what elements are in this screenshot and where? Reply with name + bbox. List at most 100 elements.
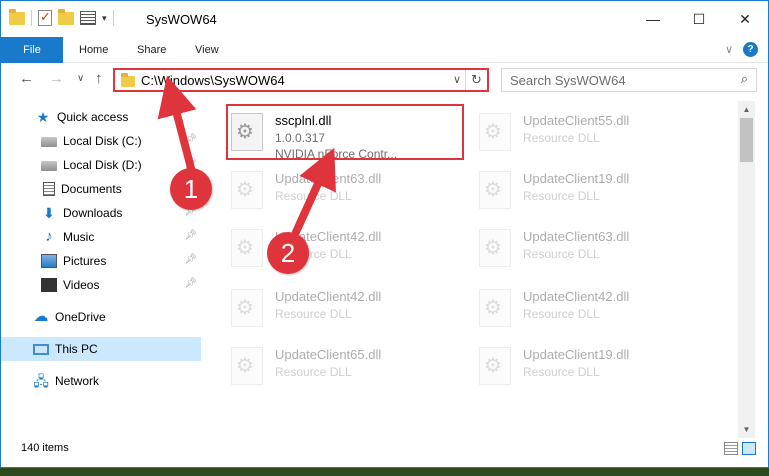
minimize-button[interactable]: — <box>630 1 676 37</box>
dll-file-icon <box>479 113 511 151</box>
details-view-icon[interactable] <box>724 442 738 455</box>
sidebar-item-label: Quick access <box>57 110 129 124</box>
dll-file-icon <box>231 347 263 385</box>
sidebar-item-label: Documents <box>61 182 122 196</box>
toolbar-divider <box>31 10 32 26</box>
search-icon: ⌕ <box>740 71 748 86</box>
file-name: UpdateClient42.dll <box>275 289 382 304</box>
sidebar-item-videos[interactable]: Videos 📌︎ <box>1 273 201 297</box>
up-arrow-icon[interactable]: ↑ <box>95 70 103 87</box>
file-item[interactable]: UpdateClient42.dll Resource DLL <box>477 283 717 339</box>
toolbar-divider <box>112 10 114 26</box>
drive-icon <box>41 137 57 147</box>
pin-icon[interactable]: 📌︎ <box>184 134 197 145</box>
navigation-bar: ← → ∨ ↑ C:\Windows\SysWOW64 ∨ ↻ Search S… <box>1 64 768 94</box>
tab-file[interactable]: File <box>1 37 63 63</box>
maximize-button[interactable]: ☐ <box>676 1 722 37</box>
sidebar-item-label: This PC <box>55 342 98 356</box>
ribbon-right-controls: ∨ ? <box>725 42 758 57</box>
vertical-scrollbar[interactable]: ▲ ▼ <box>738 101 755 438</box>
pc-icon <box>33 343 49 355</box>
dll-file-icon <box>479 229 511 267</box>
recent-locations-icon[interactable]: ∨ <box>77 73 84 84</box>
sidebar-item-quick-access[interactable]: ★ Quick access <box>1 105 201 129</box>
sidebar-item-local-disk-c[interactable]: Local Disk (C:) 📌︎ <box>1 129 201 153</box>
file-name: UpdateClient65.dll <box>275 347 382 362</box>
file-version: 1.0.0.317 <box>275 131 326 145</box>
sidebar-item-this-pc[interactable]: This PC <box>1 337 201 361</box>
sidebar-item-onedrive[interactable]: ☁ OneDrive <box>1 305 201 329</box>
tiles-view-icon[interactable] <box>742 442 756 455</box>
status-bar: 140 items <box>1 438 768 462</box>
drive-icon <box>41 161 57 171</box>
file-item[interactable]: UpdateClient55.dll Resource DLL <box>477 107 717 163</box>
search-placeholder: Search SysWOW64 <box>510 72 626 88</box>
sidebar-item-music[interactable]: ♪ Music 📌︎ <box>1 225 201 249</box>
address-bar[interactable]: C:\Windows\SysWOW64 ∨ ↻ <box>113 68 489 92</box>
file-item-sscplnl[interactable]: sscplnl.dll 1.0.0.317 NVIDIA nForce Cont… <box>229 107 469 163</box>
navigation-pane: ★ Quick access Local Disk (C:) 📌︎ Local … <box>1 101 205 436</box>
customize-toolbar-icon[interactable] <box>80 11 96 25</box>
file-item[interactable]: UpdateClient63.dll Resource DLL <box>229 165 469 221</box>
cloud-icon: ☁ <box>33 308 49 325</box>
file-name: UpdateClient19.dll <box>523 347 630 362</box>
tab-home[interactable]: Home <box>67 37 120 63</box>
music-icon: ♪ <box>45 228 53 245</box>
help-icon[interactable]: ? <box>743 42 758 57</box>
folder-icon <box>121 73 135 87</box>
file-item[interactable]: UpdateClient42.dll Resource DLL <box>229 223 469 279</box>
file-type: Resource DLL <box>523 307 600 321</box>
download-icon: ⬇ <box>43 205 55 221</box>
sidebar-item-label: Downloads <box>63 206 123 220</box>
file-type: Resource DLL <box>523 189 600 203</box>
dll-file-icon <box>231 113 263 151</box>
pin-icon[interactable]: 📌︎ <box>184 230 197 241</box>
file-name: UpdateClient63.dll <box>523 229 630 244</box>
pin-icon[interactable]: 📌︎ <box>184 254 197 265</box>
sidebar-item-pictures[interactable]: Pictures 📌︎ <box>1 249 201 273</box>
search-input[interactable]: Search SysWOW64 ⌕ <box>501 68 757 92</box>
file-type: Resource DLL <box>275 189 352 203</box>
file-item[interactable]: UpdateClient19.dll Resource DLL <box>477 341 717 397</box>
address-dropdown-icon[interactable]: ∨ <box>453 73 461 86</box>
close-button[interactable]: ✕ <box>722 1 768 37</box>
scroll-thumb[interactable] <box>740 118 753 162</box>
file-item[interactable]: UpdateClient42.dll Resource DLL <box>229 283 469 339</box>
tab-share[interactable]: Share <box>125 37 178 63</box>
quick-access-toolbar: ▾ <box>9 8 114 26</box>
scroll-up-icon[interactable]: ▲ <box>738 101 755 118</box>
file-item[interactable]: UpdateClient65.dll Resource DLL <box>229 341 469 397</box>
sidebar-item-label: Network <box>55 374 100 388</box>
dll-file-icon <box>479 171 511 209</box>
pin-icon[interactable]: 📌︎ <box>184 278 197 289</box>
file-name: UpdateClient55.dll <box>523 113 630 128</box>
refresh-icon[interactable]: ↻ <box>465 70 487 90</box>
back-arrow-icon[interactable]: ← <box>19 70 34 87</box>
file-type: Resource DLL <box>523 131 600 145</box>
view-switcher <box>724 442 756 455</box>
sidebar-item-local-disk-d[interactable]: Local Disk (D:) 📌︎ <box>1 153 201 177</box>
file-item[interactable]: UpdateClient19.dll Resource DLL <box>477 165 717 221</box>
file-type: Resource DLL <box>275 307 352 321</box>
file-name: sscplnl.dll <box>275 113 332 128</box>
videos-icon <box>41 278 57 292</box>
scroll-down-icon[interactable]: ▼ <box>738 421 755 438</box>
sidebar-item-downloads[interactable]: ⬇ Downloads 📌︎ <box>1 201 201 225</box>
sidebar-item-network[interactable]: 🖧︎ Network <box>1 369 201 393</box>
star-icon: ★ <box>36 109 50 125</box>
explorer-window: ▾ SysWOW64 — ☐ ✕ File Home Share View ∨ … <box>0 0 769 468</box>
pictures-icon <box>41 254 57 268</box>
dll-file-icon <box>479 347 511 385</box>
chevron-down-icon[interactable]: ▾ <box>102 13 107 24</box>
file-type: Resource DLL <box>523 365 600 379</box>
file-item[interactable]: UpdateClient63.dll Resource DLL <box>477 223 717 279</box>
expand-ribbon-icon[interactable]: ∨ <box>725 43 733 56</box>
forward-arrow-icon[interactable]: → <box>49 70 64 87</box>
file-name: UpdateClient63.dll <box>275 171 382 186</box>
properties-check-icon[interactable] <box>38 9 52 26</box>
tab-view[interactable]: View <box>183 37 231 63</box>
ribbon-tabs: File Home Share View ∨ ? <box>1 37 768 63</box>
window-controls: — ☐ ✕ <box>630 1 768 37</box>
title-bar: ▾ SysWOW64 — ☐ ✕ <box>1 1 768 37</box>
new-folder-icon[interactable] <box>58 8 74 25</box>
